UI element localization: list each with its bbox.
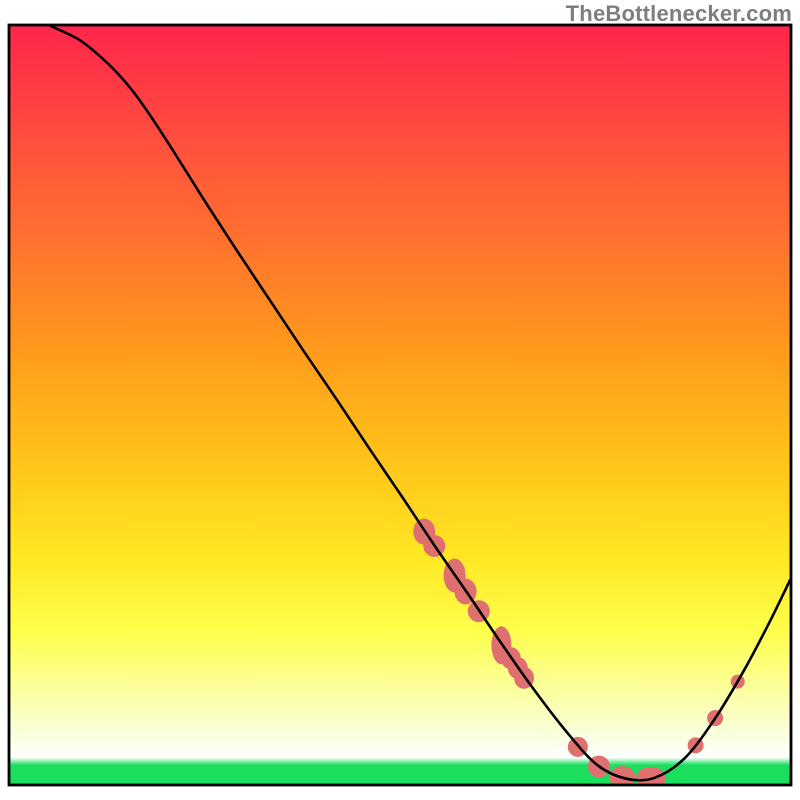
bottleneck-curve-chart <box>0 0 800 800</box>
watermark-text: TheBottlenecker.com <box>566 1 792 27</box>
gradient-background <box>10 26 790 784</box>
